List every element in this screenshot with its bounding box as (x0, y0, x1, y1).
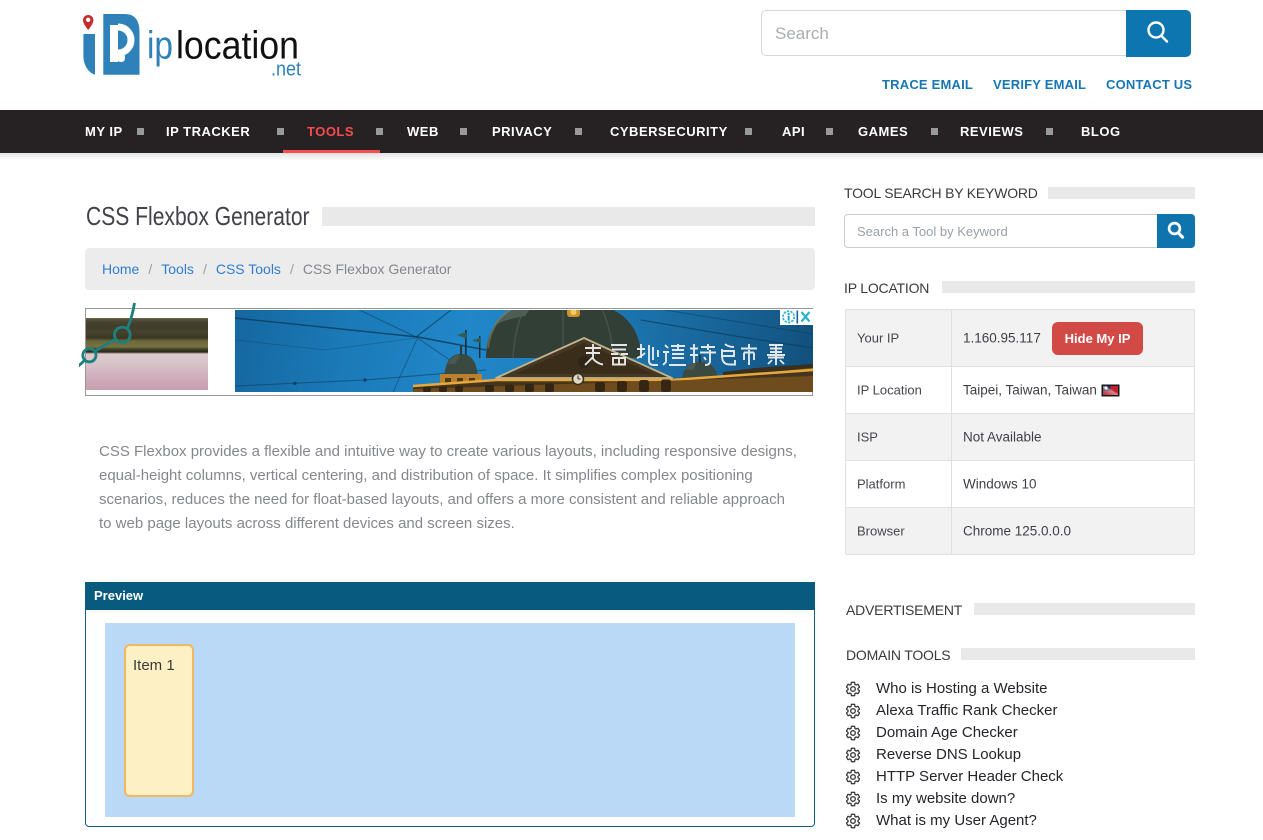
svg-text:.net: .net (271, 59, 301, 81)
svg-text:ip: ip (147, 25, 173, 68)
